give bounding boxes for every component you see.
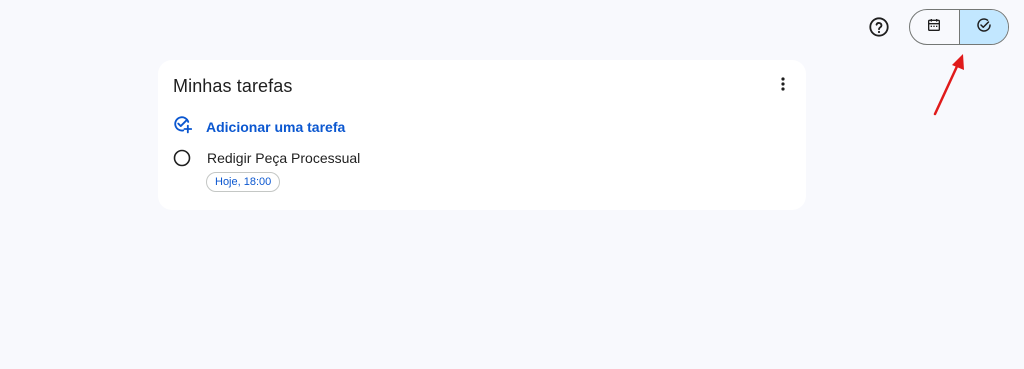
more-options-button[interactable] — [771, 74, 795, 98]
calendar-icon — [926, 17, 942, 38]
task-check-icon — [975, 16, 993, 39]
calendar-view-button[interactable] — [910, 10, 960, 44]
annotation-arrow-icon — [933, 54, 964, 116]
help-button[interactable] — [864, 14, 894, 44]
add-task-button[interactable]: Adicionar uma tarefa — [172, 114, 345, 139]
tasks-view-button[interactable] — [959, 10, 1008, 44]
page: Minhas tarefas Adicionar uma tarefa Redi… — [0, 0, 1024, 369]
more-vert-icon — [781, 76, 785, 96]
due-date-chip[interactable]: Hoje, 18:00 — [206, 172, 281, 192]
task-item: Redigir Peça Processual Hoje, 18:00 — [172, 148, 772, 192]
help-circle-icon — [868, 16, 890, 43]
add-task-label: Adicionar uma tarefa — [206, 118, 346, 135]
circle-outline-icon — [173, 149, 191, 167]
add-task-icon — [172, 114, 193, 139]
task-complete-checkbox[interactable] — [172, 148, 192, 168]
task-list-card: Minhas tarefas Adicionar uma tarefa Redi… — [158, 60, 806, 210]
view-toggle — [909, 9, 1009, 45]
task-list-title: Minhas tarefas — [173, 76, 293, 96]
task-title[interactable]: Redigir Peça Processual — [207, 150, 360, 166]
